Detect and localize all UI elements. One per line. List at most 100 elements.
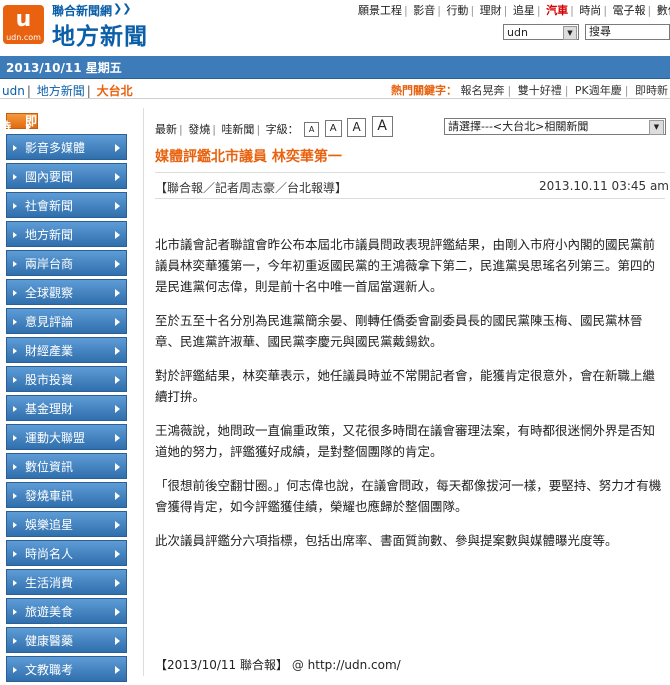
sidebar-item-label: 社會新聞 [25,199,74,213]
arrow-right-icon [115,347,120,355]
hot-keyword[interactable]: 即時新 [635,84,668,97]
bullet-icon [13,174,17,180]
hot-keywords-label: 熱門關鍵字： [390,84,457,97]
sidebar-item[interactable]: 影音多媒體 [6,134,127,160]
font-size-l-button[interactable]: A [371,116,393,137]
breadcrumb-local-news[interactable]: 地方新聞 [37,84,85,98]
arrow-right-icon [115,492,120,500]
bullet-icon [13,261,17,267]
bullet-icon [13,232,17,238]
sidebar-item[interactable]: 旅遊美食 [6,598,127,624]
sidebar-item-realtime[interactable]: 即 時 [0,113,39,134]
article-timestamp: 2013.10.11 03:45 am [539,179,669,193]
sidebar-item[interactable]: 股市投資 [6,366,127,392]
sidebar-item[interactable]: 發燒車訊 [6,482,127,508]
arrow-right-icon [115,666,120,674]
hot-keyword[interactable]: 雙十好禮 [518,84,562,97]
article: 最新 | 發燒 | 哇新聞 | 字級： A A A A 請選擇---<大台北>相關新聞… [143,108,670,676]
hot-keyword[interactable]: 報名晃奔 [460,84,504,97]
sidebar-item[interactable]: 地方新聞 [6,221,127,247]
sidebar-item[interactable]: 財經產業 [6,337,127,363]
bullet-icon [13,609,17,615]
top-nav-item[interactable]: 追星 [513,4,535,17]
top-nav-item[interactable]: 時尚 [579,4,601,17]
article-tools: 最新 | 發燒 | 哇新聞 | 字級： A A A A [155,116,393,137]
arrow-right-icon [115,463,120,471]
sidebar-item-label: 兩岸台商 [25,257,74,271]
divider [155,172,665,173]
bullet-icon [13,203,17,209]
bullet-icon [13,319,17,325]
sidebar-item[interactable]: 全球觀察 [6,279,127,305]
article-paragraph: 至於五至十名分別為民進黨簡余晏、剛轉任僑委會副委員長的國民黨陳玉梅、國民黨林晉章… [155,313,643,349]
site-name-big[interactable]: 地方新聞 [52,17,148,51]
search-scope-select[interactable]: udn ▼ [503,24,579,40]
article-paragraph: 王鴻薇說，她問政一直偏重政策，又花很多時間在議會審理法案，有時都很迷惘外界是否知… [155,423,656,459]
sidebar-item-label: 生活消費 [25,576,74,590]
article-paragraph: 此次議員評鑑分六項指標，包括出席率、書面質詢數、參與提案數與媒體曝光度等。 [155,533,618,548]
bullet-icon [13,638,17,644]
tool-hot[interactable]: 發燒 [188,123,210,136]
udn-logo[interactable]: u udn.com [3,5,44,44]
hot-keyword[interactable]: PK週年慶 [575,84,622,97]
tool-share[interactable]: 哇新聞 [221,123,254,136]
sidebar-item[interactable]: 文教職考 [6,656,127,682]
arrow-right-icon [115,434,120,442]
sidebar-nav: 即 時 影音多媒體國內要聞社會新聞地方新聞兩岸台商全球觀察意見評論財經產業股市投… [0,108,127,685]
date-bar: 2013/10/11 星期五 [0,56,670,79]
tool-newest[interactable]: 最新 [155,123,177,136]
font-size-xs-button[interactable]: A [304,122,320,137]
font-size-label: 字級： [265,123,299,136]
related-news-select[interactable]: 請選擇---<大台北>相關新聞 ▼ [444,118,666,135]
bullet-icon [13,435,17,441]
sidebar-item-label: 數位資訊 [25,460,74,474]
arrow-right-icon [115,550,120,558]
top-nav-item-hot[interactable]: 汽車 [546,4,568,17]
top-nav-item[interactable]: 影音 [413,4,435,17]
font-size-m-button[interactable]: A [347,118,367,137]
top-nav-item[interactable]: 願景工程 [358,4,402,17]
arrow-right-icon [115,405,120,413]
current-date: 2013/10/11 星期五 [6,61,122,75]
sidebar-item[interactable]: 時尚名人 [6,540,127,566]
hot-keywords: 熱門關鍵字： 報名晃奔 | 雙十好禮 | PK週年慶 | 即時新 [390,84,668,97]
sidebar-item[interactable]: 數位資訊 [6,453,127,479]
sidebar-item[interactable]: 娛樂追星 [6,511,127,537]
sidebar-item-label: 地方新聞 [25,228,74,242]
search-placeholder: 搜尋 [589,25,611,38]
arrow-right-icon [115,521,120,529]
font-size-s-button[interactable]: A [324,120,342,137]
site-header: u udn.com 聯合新聞網 ❯❯ 地方新聞 願景工程 | 影音 | 行動 | 理財… [0,0,670,52]
sidebar-item[interactable]: 社會新聞 [6,192,127,218]
logo-text: udn.com [6,33,41,42]
sidebar-item[interactable]: 意見評論 [6,308,127,334]
sidebar-item[interactable]: 健康醫藥 [6,627,127,653]
arrow-right-icon [115,260,120,268]
article-paragraph: 對於評鑑結果，林奕華表示，她任議員時並不常開記者會，能獲肯定很意外，會在新職上繼… [155,368,656,404]
sidebar-item[interactable]: 基金理財 [6,395,127,421]
arrow-right-icon [115,144,120,152]
sidebar-item-label: 發燒車訊 [25,489,74,503]
breadcrumb-taipei[interactable]: 大台北 [97,84,133,98]
top-nav-item[interactable]: 行動 [446,4,468,17]
top-nav-item[interactable]: 數位閱 [657,4,670,17]
breadcrumb-udn[interactable]: udn [2,84,25,98]
sidebar-item-label: 旅遊美食 [25,605,74,619]
arrow-right-icon [115,376,120,384]
arrow-right-icon [115,289,120,297]
search-input[interactable]: 搜尋 [585,24,670,40]
top-nav-item[interactable]: 電子報 [613,4,646,17]
udn-link[interactable]: http://udn.com/ [308,658,401,672]
article-paragraph: 「很想前後空翻廿圈。」何志偉也說，在議會問政，每天都像拔河一樣，要堅持、努力才有… [155,478,662,514]
sidebar-item-label: 基金理財 [25,402,74,416]
top-nav: 願景工程| 影音| 行動| 理財| 追星| 汽車| 時尚| 電子報| 數位閱 [358,2,670,18]
search-scope-value: udn [507,26,528,39]
chevron-down-icon: ▼ [649,120,664,135]
sidebar-item[interactable]: 生活消費 [6,569,127,595]
chevron-down-icon: ▼ [563,26,577,40]
sidebar-item[interactable]: 運動大聯盟 [6,424,127,450]
bullet-icon [13,580,17,586]
sidebar-item[interactable]: 國內要聞 [6,163,127,189]
sidebar-item[interactable]: 兩岸台商 [6,250,127,276]
top-nav-item[interactable]: 理財 [480,4,502,17]
